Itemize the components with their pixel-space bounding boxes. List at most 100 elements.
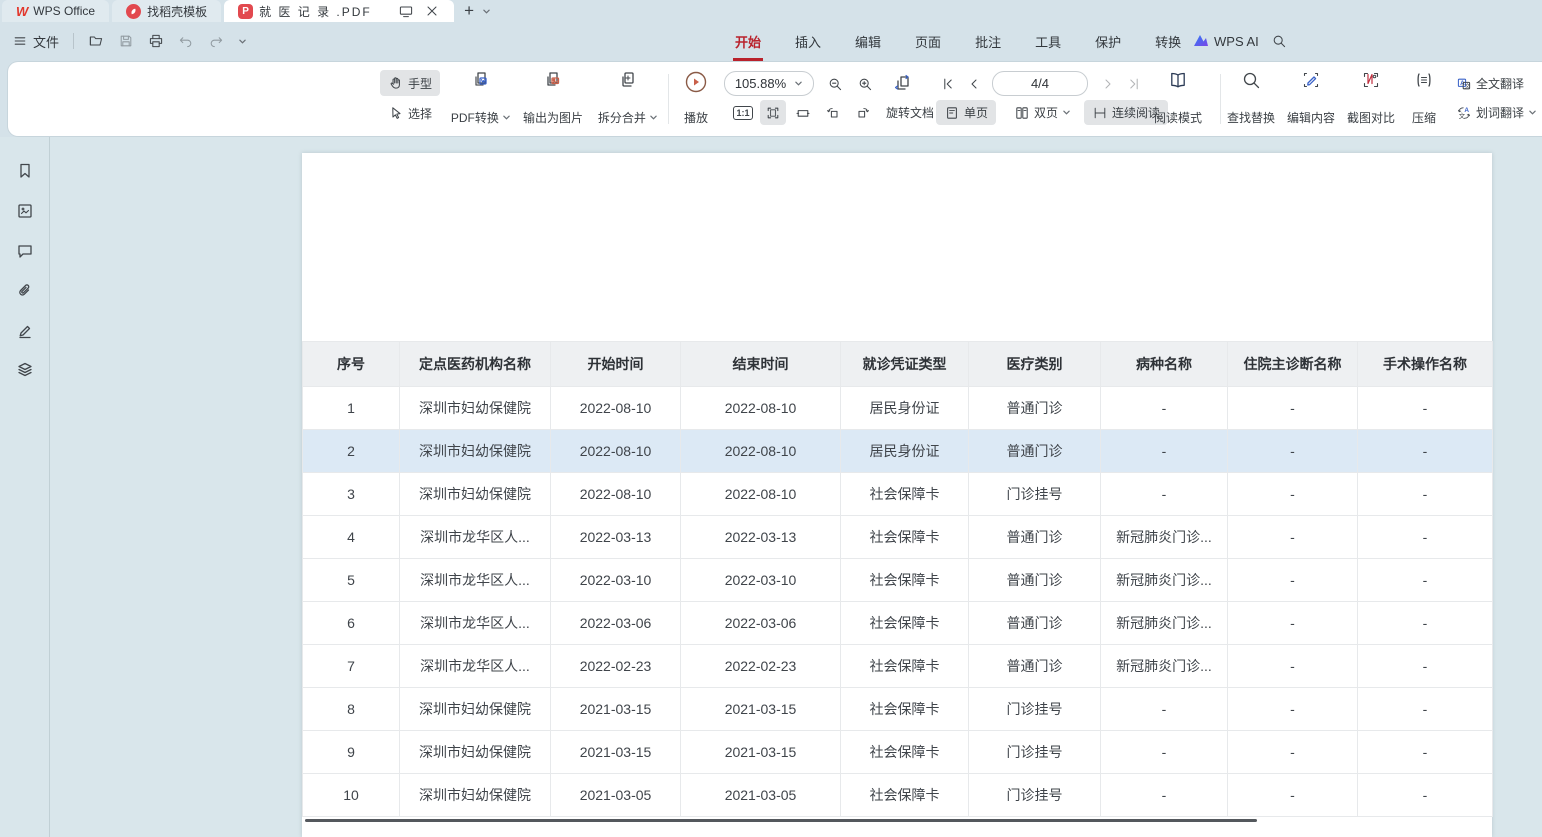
thumbnail-icon[interactable] <box>13 199 37 223</box>
pdf-convert-button[interactable]: PDF转换 <box>440 68 522 130</box>
export-image-label: 输出为图片 <box>523 109 583 126</box>
fit-width-button[interactable] <box>790 100 816 125</box>
table-cell: 社会保障卡 <box>841 473 969 516</box>
table-row: 3深圳市妇幼保健院2022-08-102022-08-10社会保障卡门诊挂号--… <box>303 473 1493 516</box>
redo-button[interactable] <box>208 33 224 49</box>
menu-item-protect[interactable]: 保护 <box>1093 28 1123 55</box>
table-header-cell: 手术操作名称 <box>1358 342 1493 387</box>
layers-icon[interactable] <box>13 358 37 382</box>
word-translate-button[interactable]: A文 划词翻译 <box>1452 100 1541 125</box>
table-header-cell: 结束时间 <box>681 342 841 387</box>
cursor-icon <box>388 105 404 121</box>
split-merge-button[interactable]: 拆分合并 <box>590 68 666 130</box>
double-page-button[interactable]: 双页 <box>1006 100 1079 125</box>
save-button[interactable] <box>118 33 134 49</box>
table-cell: - <box>1228 516 1358 559</box>
rotate-doc-label[interactable]: 旋转文档 <box>882 100 938 125</box>
table-cell: 深圳市龙华区人... <box>400 602 551 645</box>
screenshot-compare-button[interactable]: 截图对比 <box>1340 68 1402 130</box>
zoom-level-value: 105.88% <box>735 76 786 91</box>
prev-page-icon <box>966 76 982 92</box>
menu-item-home[interactable]: 开始 <box>733 28 763 55</box>
table-cell: 6 <box>303 602 400 645</box>
menu-item-edit[interactable]: 编辑 <box>853 28 883 55</box>
tab-docer-templates[interactable]: 找稻壳模板 <box>112 0 221 22</box>
file-menu-button[interactable]: 文件 <box>12 32 59 51</box>
full-translate-label: 全文翻译 <box>1476 75 1524 92</box>
zoom-level-select[interactable]: 105.88% <box>724 71 814 96</box>
menu-item-insert[interactable]: 插入 <box>793 28 823 55</box>
table-header-row: 序号定点医药机构名称开始时间结束时间就诊凭证类型医疗类别病种名称住院主诊断名称手… <box>303 342 1493 387</box>
table-cell: - <box>1101 774 1228 817</box>
menu-item-convert[interactable]: 转换 <box>1153 28 1183 55</box>
comment-icon[interactable] <box>13 239 37 263</box>
table-cell: 门诊挂号 <box>969 688 1101 731</box>
wps-ai-button[interactable]: WPS AI <box>1193 34 1259 49</box>
menu-item-page[interactable]: 页面 <box>913 28 943 55</box>
compress-button[interactable]: 压缩 <box>1400 68 1448 130</box>
prev-page-button[interactable] <box>962 71 986 96</box>
rotate-left-button[interactable] <box>820 100 846 125</box>
eye-protect-icon[interactable] <box>398 3 414 19</box>
close-tab-icon[interactable] <box>424 3 440 19</box>
table-cell: 社会保障卡 <box>841 516 969 559</box>
last-page-button[interactable] <box>1122 71 1146 96</box>
menu-item-tools[interactable]: 工具 <box>1033 28 1063 55</box>
table-cell: 2022-08-10 <box>681 387 841 430</box>
select-tool-button[interactable]: 选择 <box>380 100 440 126</box>
table-cell: 社会保障卡 <box>841 645 969 688</box>
actual-size-button[interactable]: 1:1 <box>730 100 756 125</box>
bookmark-icon[interactable] <box>13 159 37 183</box>
new-tab-button[interactable]: + <box>464 1 474 21</box>
single-page-label: 单页 <box>964 104 988 121</box>
full-translate-button[interactable]: A文 全文翻译 <box>1452 71 1528 96</box>
table-cell: 7 <box>303 645 400 688</box>
first-page-button[interactable] <box>936 71 960 96</box>
hand-tool-label: 手型 <box>408 75 432 92</box>
undo-button[interactable] <box>178 33 194 49</box>
menu-items: 开始 插入 编辑 页面 批注 工具 保护 转换 <box>733 28 1183 55</box>
docer-icon <box>126 4 141 19</box>
hand-tool-button[interactable]: 手型 <box>380 70 440 96</box>
table-cell: 深圳市妇幼保健院 <box>400 387 551 430</box>
table-cell: 2021-03-15 <box>681 731 841 774</box>
zoom-in-button[interactable] <box>852 71 878 96</box>
menu-item-annotate[interactable]: 批注 <box>973 28 1003 55</box>
tab-list-chevron-icon[interactable] <box>482 8 491 15</box>
table-cell: 深圳市龙华区人... <box>400 559 551 602</box>
switch-page-view-button[interactable] <box>888 69 918 97</box>
table-cell: - <box>1358 602 1493 645</box>
record-table: 序号定点医药机构名称开始时间结束时间就诊凭证类型医疗类别病种名称住院主诊断名称手… <box>302 341 1493 817</box>
table-cell: 社会保障卡 <box>841 602 969 645</box>
tab-document[interactable]: P 就 医 记 录 .PDF <box>224 0 454 22</box>
next-page-button[interactable] <box>1096 71 1120 96</box>
edit-pencil-icon <box>1301 70 1321 90</box>
zoom-out-button[interactable] <box>822 71 848 96</box>
play-button[interactable]: 播放 <box>670 68 722 130</box>
signature-icon[interactable] <box>13 319 37 343</box>
tab-wps-office[interactable]: W WPS Office <box>2 0 109 22</box>
edit-content-label: 编辑内容 <box>1287 109 1335 126</box>
table-cell: 9 <box>303 731 400 774</box>
table-cell: 5 <box>303 559 400 602</box>
table-cell: 普通门诊 <box>969 430 1101 473</box>
quick-access-chevron-icon[interactable] <box>238 38 247 45</box>
screenshot-compare-label: 截图对比 <box>1347 109 1395 126</box>
menu-search-icon[interactable] <box>1271 33 1287 49</box>
page-indicator-input[interactable]: 4/4 <box>992 71 1088 96</box>
table-cell: 2022-03-13 <box>551 516 681 559</box>
print-button[interactable] <box>148 33 164 49</box>
table-cell: 2022-08-10 <box>681 430 841 473</box>
rotate-right-button[interactable] <box>850 100 876 125</box>
table-horizontal-scrollbar[interactable] <box>305 819 1257 822</box>
single-page-button[interactable]: 单页 <box>936 100 996 125</box>
fit-page-button[interactable] <box>760 100 786 125</box>
open-file-button[interactable] <box>88 33 104 49</box>
read-mode-button[interactable]: 阅读模式 <box>1148 68 1208 130</box>
export-image-button[interactable]: 输出为图片 <box>516 68 590 130</box>
find-replace-button[interactable]: 查找替换 <box>1220 68 1282 130</box>
table-cell: 普通门诊 <box>969 387 1101 430</box>
attachment-icon[interactable] <box>13 279 37 303</box>
table-row: 8深圳市妇幼保健院2021-03-152021-03-15社会保障卡门诊挂号--… <box>303 688 1493 731</box>
edit-content-button[interactable]: 编辑内容 <box>1280 68 1342 130</box>
